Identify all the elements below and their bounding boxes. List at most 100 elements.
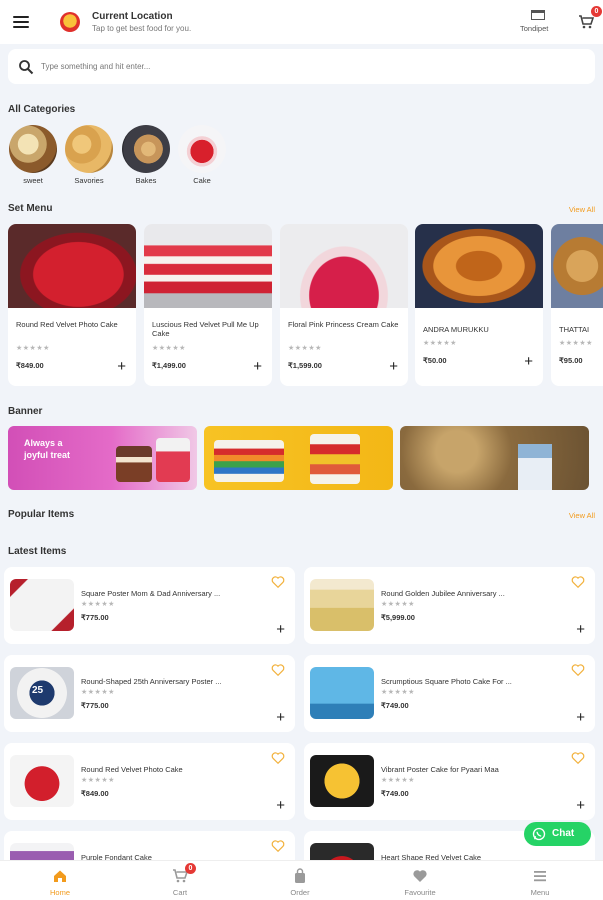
favourite-heart-icon[interactable] xyxy=(271,575,285,589)
banner-cake-image xyxy=(518,444,552,490)
add-to-cart-button[interactable]: + xyxy=(276,798,285,813)
rating-stars: ★★★★★ xyxy=(559,340,593,347)
category-savories[interactable]: Savories xyxy=(65,125,113,185)
nav-home[interactable]: Home xyxy=(0,861,120,900)
rating-stars: ★★★★★ xyxy=(81,601,115,608)
menu-card[interactable]: THATTAI ★★★★★ ₹95.00 xyxy=(551,224,603,386)
menu-card[interactable]: Round Red Velvet Photo Cake ★★★★★ ₹849.0… xyxy=(8,224,136,386)
nav-cart[interactable]: 0 Cart xyxy=(120,861,240,900)
product-name: Vibrant Poster Cake for Pyaari Maa xyxy=(381,765,499,774)
latest-item-card[interactable]: Vibrant Poster Cake for Pyaari Maa ★★★★★… xyxy=(304,743,595,820)
product-price: ₹1,599.00 xyxy=(288,361,322,370)
menu-card[interactable]: ANDRA MURUKKU ★★★★★ ₹50.00 + xyxy=(415,224,543,386)
location-title[interactable]: Current Location xyxy=(92,11,173,22)
product-image xyxy=(551,224,603,308)
menu-card[interactable]: Luscious Red Velvet Pull Me Up Cake ★★★★… xyxy=(144,224,272,386)
latest-item-card[interactable]: Scrumptious Square Photo Cake For ... ★★… xyxy=(304,655,595,732)
search-input[interactable] xyxy=(41,57,581,75)
heart-icon xyxy=(413,870,427,882)
category-label: sweet xyxy=(23,176,43,185)
add-to-cart-button[interactable]: + xyxy=(576,622,585,637)
product-price: ₹775.00 xyxy=(81,701,109,710)
latest-item-card[interactable]: Round Red Velvet Photo Cake ★★★★★ ₹849.0… xyxy=(4,743,295,820)
banner-cake-image xyxy=(156,438,190,482)
category-image xyxy=(9,125,57,173)
set-menu-view-all-link[interactable]: View All xyxy=(569,205,595,214)
nav-label: Home xyxy=(49,888,70,897)
banner-3[interactable] xyxy=(400,426,589,490)
hamburger-menu-icon[interactable] xyxy=(13,16,29,28)
search-bar[interactable] xyxy=(8,49,595,84)
product-image xyxy=(415,224,543,308)
latest-item-card[interactable]: 25 Round-Shaped 25th Anniversary Poster … xyxy=(4,655,295,732)
menu-card[interactable]: Floral Pink Princess Cream Cake ★★★★★ ₹1… xyxy=(280,224,408,386)
latest-item-card[interactable]: Round Golden Jubilee Anniversary ... ★★★… xyxy=(304,567,595,644)
banner-cake-image xyxy=(214,440,284,482)
favourite-heart-icon[interactable] xyxy=(571,663,585,677)
banner-1[interactable]: Always a joyful treat xyxy=(8,426,197,490)
add-to-cart-button[interactable]: + xyxy=(389,359,398,374)
store-icon[interactable] xyxy=(531,10,545,20)
favourite-heart-icon[interactable] xyxy=(571,575,585,589)
add-to-cart-button[interactable]: + xyxy=(276,622,285,637)
product-name: Scrumptious Square Photo Cake For ... xyxy=(381,677,512,686)
location-subtitle[interactable]: Tap to get best food for you. xyxy=(92,24,191,33)
product-name: Round Golden Jubilee Anniversary ... xyxy=(381,589,505,598)
product-price: ₹5,999.00 xyxy=(381,613,415,622)
add-to-cart-button[interactable]: + xyxy=(276,710,285,725)
category-sweet[interactable]: sweet xyxy=(9,125,57,185)
nav-order[interactable]: Order xyxy=(240,861,360,900)
product-name: Round Red Velvet Photo Cake xyxy=(16,320,118,329)
latest-item-card[interactable]: Square Poster Mom & Dad Anniversary ... … xyxy=(4,567,295,644)
product-name: Square Poster Mom & Dad Anniversary ... xyxy=(81,589,221,598)
nav-label: Menu xyxy=(530,888,550,897)
rating-stars: ★★★★★ xyxy=(81,689,115,696)
add-to-cart-button[interactable]: + xyxy=(117,359,126,374)
favourite-heart-icon[interactable] xyxy=(271,751,285,765)
category-cake[interactable]: Cake xyxy=(178,125,226,185)
chat-label: Chat xyxy=(552,828,575,839)
favourite-heart-icon[interactable] xyxy=(271,839,285,853)
banner-text-line2: joyful treat xyxy=(24,450,71,460)
product-thumbnail xyxy=(310,755,374,807)
product-price: ₹749.00 xyxy=(381,701,409,710)
banner-text-line1: Always a xyxy=(24,438,63,448)
category-image xyxy=(122,125,170,173)
product-name: ANDRA MURUKKU xyxy=(423,325,489,334)
banner-2[interactable] xyxy=(204,426,393,490)
cart-count-badge: 0 xyxy=(185,863,196,874)
add-to-cart-button[interactable]: + xyxy=(524,354,533,369)
home-icon xyxy=(54,870,66,882)
banner-cake-image xyxy=(310,434,360,484)
product-image xyxy=(144,224,272,308)
product-price: ₹749.00 xyxy=(381,789,409,798)
rating-stars: ★★★★★ xyxy=(423,340,457,347)
add-to-cart-button[interactable]: + xyxy=(576,710,585,725)
product-name: Floral Pink Princess Cream Cake xyxy=(288,320,399,329)
rating-stars: ★★★★★ xyxy=(152,345,186,352)
favourite-heart-icon[interactable] xyxy=(271,663,285,677)
product-name: Round Red Velvet Photo Cake xyxy=(81,765,183,774)
popular-view-all-link[interactable]: View All xyxy=(569,511,595,520)
add-to-cart-button[interactable]: + xyxy=(253,359,262,374)
store-name[interactable]: Tondipet xyxy=(520,24,548,33)
product-price: ₹50.00 xyxy=(423,356,447,365)
rating-stars: ★★★★★ xyxy=(381,689,415,696)
nav-favourite[interactable]: Favourite xyxy=(360,861,480,900)
nav-label: Order xyxy=(290,888,310,897)
cart-count-badge: 0 xyxy=(591,6,602,17)
product-price: ₹775.00 xyxy=(81,613,109,622)
cart-button[interactable]: 0 xyxy=(578,6,602,30)
product-price: ₹849.00 xyxy=(16,361,44,370)
category-label: Cake xyxy=(193,176,211,185)
thumbnail-text: 25 xyxy=(32,685,44,696)
category-bakes[interactable]: Bakes xyxy=(122,125,170,185)
whatsapp-chat-button[interactable]: Chat xyxy=(524,822,591,846)
nav-label: Favourite xyxy=(404,888,436,897)
favourite-heart-icon[interactable] xyxy=(571,751,585,765)
product-name: THATTAI xyxy=(559,325,590,334)
add-to-cart-button[interactable]: + xyxy=(576,798,585,813)
product-thumbnail xyxy=(310,579,374,631)
nav-menu[interactable]: Menu xyxy=(480,861,600,900)
category-image xyxy=(65,125,113,173)
